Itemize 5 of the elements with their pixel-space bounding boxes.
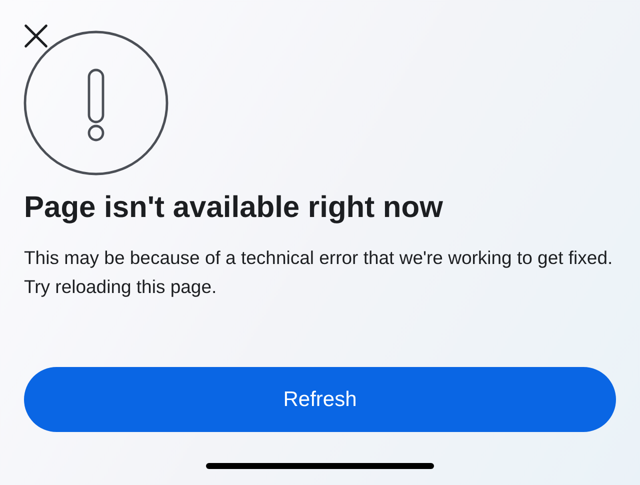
exclamation-icon [23,30,169,176]
close-icon[interactable] [23,23,49,49]
refresh-button[interactable]: Refresh [24,367,616,432]
error-title: Page isn't available right now [24,190,443,226]
error-message: This may be because of a technical error that we're working to get fixed. Try reloading this page. [24,246,614,299]
